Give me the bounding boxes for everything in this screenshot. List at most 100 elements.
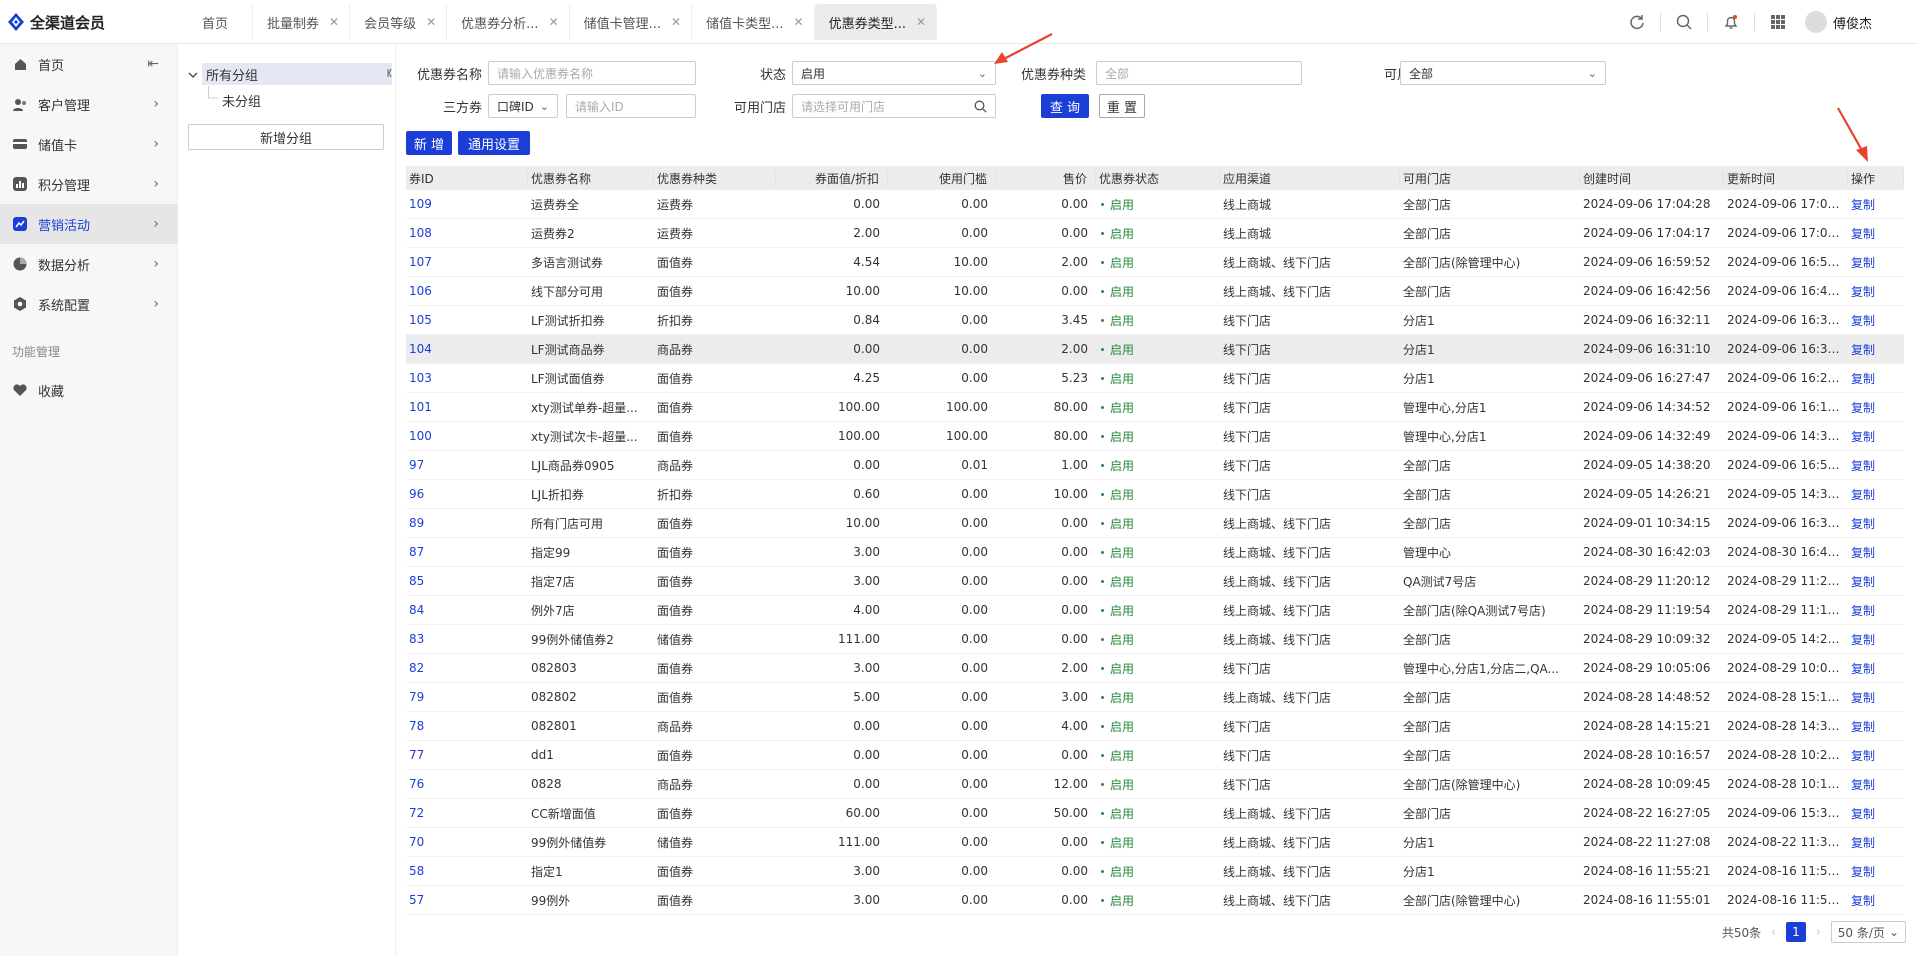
copy-button[interactable]: 复制 (1848, 254, 1904, 271)
table-row[interactable]: 79 082802 面值券 5.00 0.00 3.00 启用 线上商城、线下门店 全部门店 20… (406, 683, 1904, 712)
add-group-button[interactable]: 新增分组 (188, 124, 384, 150)
coupon-id-link[interactable]: 96 (406, 487, 528, 501)
coupon-id-link[interactable]: 72 (406, 806, 528, 820)
table-row[interactable]: 89 所有门店可用 面值券 10.00 0.00 0.00 启用 线上商城、线下门店 全部门店 2… (406, 509, 1904, 538)
close-icon[interactable]: ✕ (549, 15, 559, 29)
copy-button[interactable]: 复制 (1848, 602, 1904, 619)
column-header[interactable]: 售价 (996, 169, 1096, 187)
column-header[interactable]: 优惠券种类 (654, 169, 776, 187)
sidebar-item[interactable]: 积分管理 › (0, 164, 177, 204)
tree-toggle-icon[interactable] (188, 64, 198, 86)
coupon-id-link[interactable]: 85 (406, 574, 528, 588)
coupon-id-link[interactable]: 83 (406, 632, 528, 646)
sidebar-item[interactable]: 营销活动 › (0, 204, 177, 244)
table-row[interactable]: 104 LF测试商品券 商品券 0.00 0.00 2.00 启用 线下门店 分店1 2024-0… (406, 335, 1904, 364)
third-party-id-input[interactable]: 请输入ID (566, 94, 696, 118)
collapse-sidebar-icon[interactable]: ⇤ (147, 56, 159, 72)
group-all[interactable]: 所有分组 (202, 63, 392, 85)
status-select[interactable]: 启用 ⌄ (792, 61, 996, 85)
column-header[interactable]: 优惠券状态 (1096, 169, 1220, 187)
copy-button[interactable]: 复制 (1848, 341, 1904, 358)
tab-item[interactable]: 会员等级 ✕ (350, 4, 448, 40)
copy-button[interactable]: 复制 (1848, 283, 1904, 300)
sidebar-item[interactable]: 数据分析 › (0, 244, 177, 284)
add-coupon-button[interactable]: 新 增 (406, 131, 452, 155)
sidebar-item-favorites[interactable]: 收藏 (0, 370, 177, 410)
copy-button[interactable]: 复制 (1848, 863, 1904, 880)
close-icon[interactable]: ✕ (671, 15, 681, 29)
table-row[interactable]: 83 99例外储值券2 储值券 111.00 0.00 0.00 启用 线上商城、线下门店 全部… (406, 625, 1904, 654)
column-header[interactable]: 创建时间 (1580, 169, 1724, 187)
copy-button[interactable]: 复制 (1848, 515, 1904, 532)
column-header[interactable]: 使用门槛 (888, 169, 996, 187)
notification-bell-icon[interactable] (1714, 0, 1748, 44)
coupon-id-link[interactable]: 100 (406, 429, 528, 443)
column-header[interactable]: 应用渠道 (1220, 169, 1400, 187)
table-row[interactable]: 78 082801 商品券 0.00 0.00 4.00 启用 线下门店 全部门店 2024-08… (406, 712, 1904, 741)
column-header[interactable]: 更新时间 (1724, 169, 1848, 187)
coupon-type-select[interactable]: 全部 (1096, 61, 1302, 85)
page-number[interactable]: 1 (1785, 922, 1806, 942)
coupon-id-link[interactable]: 78 (406, 719, 528, 733)
table-row[interactable]: 70 99例外储值券 储值券 111.00 0.00 0.00 启用 线上商城、线下门店 分店1… (406, 828, 1904, 857)
close-icon[interactable]: ✕ (794, 15, 804, 29)
table-row[interactable]: 96 LJL折扣券 折扣券 0.60 0.00 10.00 启用 线下门店 全部门店 2024-0… (406, 480, 1904, 509)
close-icon[interactable]: ✕ (916, 15, 926, 29)
channel-select[interactable]: 全部 ⌄ (1400, 61, 1606, 85)
store-select[interactable]: 请选择可用门店 (792, 94, 996, 118)
coupon-id-link[interactable]: 101 (406, 400, 528, 414)
coupon-id-link[interactable]: 77 (406, 748, 528, 762)
sidebar-item[interactable]: 客户管理 › (0, 84, 177, 124)
copy-button[interactable]: 复制 (1848, 486, 1904, 503)
table-row[interactable]: 105 LF测试折扣券 折扣券 0.84 0.00 3.45 启用 线下门店 分店1 2024-0… (406, 306, 1904, 335)
table-row[interactable]: 106 线下部分可用 面值券 10.00 10.00 0.00 启用 线上商城、线下门店 全部门… (406, 277, 1904, 306)
copy-button[interactable]: 复制 (1848, 834, 1904, 851)
copy-button[interactable]: 复制 (1848, 631, 1904, 648)
tab-item[interactable]: 储值卡管理... ✕ (570, 4, 693, 40)
coupon-id-link[interactable]: 76 (406, 777, 528, 791)
table-row[interactable]: 58 指定1 面值券 3.00 0.00 0.00 启用 线上商城、线下门店 分店1 2024-0… (406, 857, 1904, 886)
table-row[interactable]: 82 082803 面值券 3.00 0.00 2.00 启用 线下门店 管理中心,分店1,分店… (406, 654, 1904, 683)
coupon-id-link[interactable]: 106 (406, 284, 528, 298)
tab-item[interactable]: 首页 (188, 4, 254, 40)
copy-button[interactable]: 复制 (1848, 370, 1904, 387)
table-row[interactable]: 87 指定99 面值券 3.00 0.00 0.00 启用 线上商城、线下门店 管理中心 2024… (406, 538, 1904, 567)
table-row[interactable]: 84 例外7店 面值券 4.00 0.00 0.00 启用 线上商城、线下门店 全部门店(除QA… (406, 596, 1904, 625)
coupon-id-link[interactable]: 89 (406, 516, 528, 530)
copy-button[interactable]: 复制 (1848, 196, 1904, 213)
coupon-id-link[interactable]: 105 (406, 313, 528, 327)
copy-button[interactable]: 复制 (1848, 660, 1904, 677)
table-row[interactable]: 107 多语言测试券 面值券 4.54 10.00 2.00 启用 线上商城、线下门店 全部门店… (406, 248, 1904, 277)
table-row[interactable]: 77 dd1 面值券 0.00 0.00 0.00 启用 线下门店 全部门店 2024-08-28… (406, 741, 1904, 770)
copy-button[interactable]: 复制 (1848, 573, 1904, 590)
page-size-select[interactable]: 50 条/页 ⌄ (1830, 921, 1906, 943)
coupon-id-link[interactable]: 108 (406, 226, 528, 240)
apps-grid-icon[interactable] (1761, 0, 1795, 44)
coupon-name-input[interactable]: 请输入优惠券名称 (488, 61, 696, 85)
prev-page-icon[interactable]: ‹ (1771, 925, 1776, 939)
copy-button[interactable]: 复制 (1848, 428, 1904, 445)
copy-button[interactable]: 复制 (1848, 312, 1904, 329)
reset-button[interactable]: 重 置 (1099, 94, 1145, 118)
copy-button[interactable]: 复制 (1848, 805, 1904, 822)
next-page-icon[interactable]: › (1816, 925, 1821, 939)
refresh-icon[interactable] (1620, 0, 1654, 44)
copy-button[interactable]: 复制 (1848, 457, 1904, 474)
copy-button[interactable]: 复制 (1848, 399, 1904, 416)
table-row[interactable]: 108 运费券2 运费券 2.00 0.00 0.00 启用 线上商城 全部门店 2024-09-… (406, 219, 1904, 248)
tab-item[interactable]: 优惠券类型... ✕ (814, 4, 938, 40)
sidebar-item[interactable]: 系统配置 › (0, 284, 177, 324)
collapse-panel-icon[interactable] (386, 66, 396, 80)
third-party-select[interactable]: 口碑ID ⌄ (488, 94, 558, 118)
close-icon[interactable]: ✕ (426, 15, 436, 29)
table-row[interactable]: 103 LF测试面值券 面值券 4.25 0.00 5.23 启用 线下门店 分店1 2024-0… (406, 364, 1904, 393)
column-header[interactable]: 操作 (1848, 169, 1904, 187)
coupon-id-link[interactable]: 87 (406, 545, 528, 559)
coupon-id-link[interactable]: 109 (406, 197, 528, 211)
coupon-id-link[interactable]: 82 (406, 661, 528, 675)
copy-button[interactable]: 复制 (1848, 776, 1904, 793)
copy-button[interactable]: 复制 (1848, 718, 1904, 735)
coupon-id-link[interactable]: 107 (406, 255, 528, 269)
coupon-id-link[interactable]: 97 (406, 458, 528, 472)
table-row[interactable]: 57 99例外 面值券 3.00 0.00 0.00 启用 线上商城、线下门店 全部门店(除管理… (406, 886, 1904, 915)
